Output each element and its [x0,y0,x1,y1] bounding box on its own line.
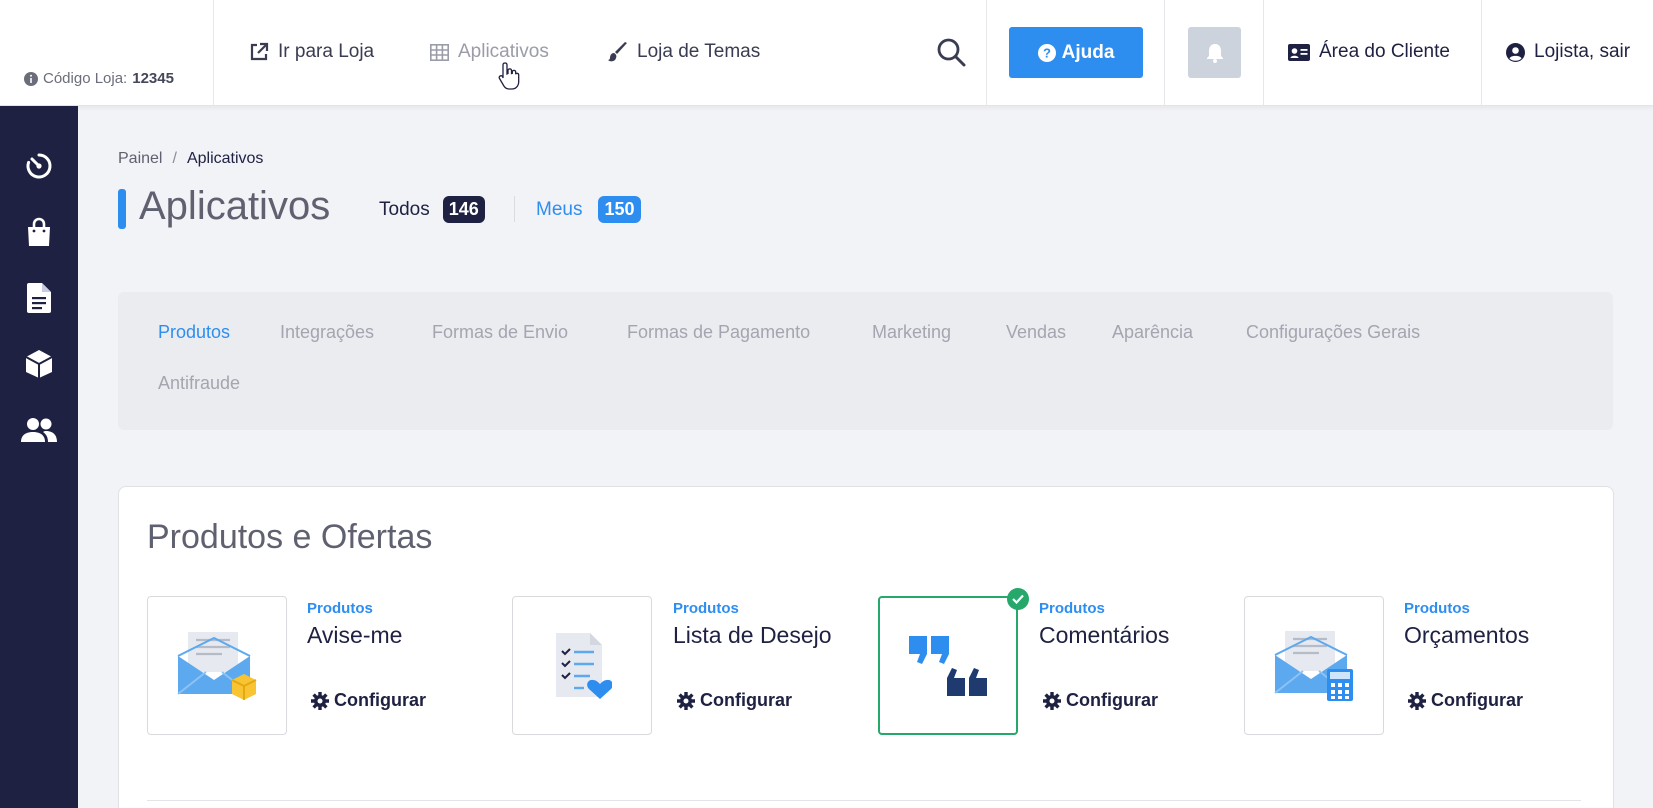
app-name: Avise-me [307,622,403,648]
category-tab-formas-de-envio[interactable]: Formas de Envio [432,322,568,343]
category-tab-vendas[interactable]: Vendas [1006,322,1066,343]
app-thumbnail-lista-de-desejo[interactable] [512,596,652,735]
category-tab-integracoes[interactable]: Integrações [280,322,374,343]
divider [986,0,987,106]
app-thumbnail-avise-me[interactable] [147,596,287,735]
configure-button[interactable]: Configurar [311,690,426,711]
app-thumbnail-comentarios[interactable] [878,596,1018,735]
section-title: Produtos e Ofertas [147,518,433,556]
divider [1481,0,1482,106]
apps-label: Aplicativos [458,41,549,62]
configure-label: Configurar [700,690,792,710]
document-icon [27,283,51,313]
client-area-link[interactable]: Área do Cliente [1288,41,1450,63]
divider [147,800,1581,801]
envelope-calculator-icon [1274,630,1353,701]
wishlist-document-icon [556,632,612,699]
gear-icon [1408,691,1426,710]
help-button[interactable]: ? Ajuda [1009,27,1143,78]
breadcrumb-current: Aplicativos [186,150,264,167]
app-name: Lista de Desejo [673,622,832,648]
app-name: Orçamentos [1404,622,1530,648]
apps-link[interactable]: Aplicativos [430,41,549,63]
divider [213,0,214,106]
tab-mine-label: Meus [536,198,583,220]
logout-link[interactable]: Lojista, sair [1506,41,1630,63]
paintbrush-icon [608,42,627,62]
svg-text:?: ? [1043,45,1051,60]
app-category: Produtos [1404,600,1470,617]
configure-button[interactable]: Configurar [1043,690,1158,711]
app-category: Produtos [307,600,373,617]
go-to-store-link[interactable]: Ir para Loja [249,41,374,63]
logout-label: Lojista, sair [1534,41,1631,62]
tab-all-count-badge: 146 [442,196,485,223]
app-category: Produtos [673,600,739,617]
sidebar [0,106,78,808]
tab-mine[interactable]: Meus 150 [536,196,641,223]
category-tab-antifraude[interactable]: Antifraude [158,373,240,394]
app-name: Comentários [1039,622,1170,648]
category-tab-produtos[interactable]: Produtos [158,322,230,343]
configure-label: Configurar [334,690,426,710]
id-card-icon [1288,43,1310,61]
dashboard-icon [26,153,52,179]
configure-label: Configurar [1431,690,1523,710]
search-button[interactable] [936,37,966,67]
top-bar: Código Loja: 12345 Ir para Loja Aplicati… [0,0,1653,106]
box-icon [25,350,53,378]
notifications-button[interactable] [1188,27,1241,78]
users-icon [21,418,57,442]
quotes-icon [909,635,987,696]
app-thumbnail-orcamentos[interactable] [1244,596,1384,735]
tab-all[interactable]: Todos 146 [379,196,485,223]
tab-all-label: Todos [379,198,430,220]
divider [1263,0,1264,106]
user-circle-icon [1506,42,1525,62]
sidebar-item-pages[interactable] [21,280,57,316]
help-label: Ajuda [1061,41,1115,63]
client-area-label: Área do Cliente [1319,41,1450,62]
external-link-icon [250,42,269,61]
envelope-box-icon [177,631,257,700]
category-tab-formas-de-pagamento[interactable]: Formas de Pagamento [627,322,810,343]
store-code: Código Loja: 12345 [24,70,174,87]
configure-label: Configurar [1066,690,1158,710]
configure-button[interactable]: Configurar [1408,690,1523,711]
breadcrumb: Painel / Aplicativos [118,150,263,168]
category-tabs-panel [118,292,1613,430]
app-category: Produtos [1039,600,1105,617]
sidebar-item-customers[interactable] [21,412,57,448]
shopping-bag-icon [28,217,50,246]
info-icon [24,71,38,86]
search-icon [937,38,966,67]
question-icon: ? [1037,43,1056,62]
sidebar-item-orders[interactable] [21,214,57,250]
title-accent-bar [118,189,126,229]
page-title: Aplicativos [139,184,331,228]
bell-icon [1206,43,1223,63]
grid-icon [430,43,449,61]
breadcrumb-home[interactable]: Painel [118,150,162,168]
store-code-label: Código Loja: [43,70,128,87]
theme-store-label: Loja de Temas [637,41,761,62]
sidebar-item-dashboard[interactable] [21,148,57,184]
configure-button[interactable]: Configurar [677,690,792,711]
category-tab-aparencia[interactable]: Aparência [1112,322,1193,343]
sidebar-item-products[interactable] [21,346,57,382]
gear-icon [311,691,329,710]
hand-cursor-icon [498,62,520,90]
gear-icon [1043,691,1061,710]
gear-icon [677,691,695,710]
store-code-value: 12345 [132,70,174,87]
divider [1164,0,1165,106]
go-to-store-label: Ir para Loja [278,41,375,62]
tab-divider [514,196,515,222]
theme-store-link[interactable]: Loja de Temas [608,41,760,63]
category-tab-configuracoes-gerais[interactable]: Configurações Gerais [1246,322,1420,343]
category-tab-marketing[interactable]: Marketing [872,322,951,343]
breadcrumb-separator: / [172,150,177,167]
installed-check-icon [1007,588,1029,610]
tab-mine-count-badge: 150 [598,196,641,223]
